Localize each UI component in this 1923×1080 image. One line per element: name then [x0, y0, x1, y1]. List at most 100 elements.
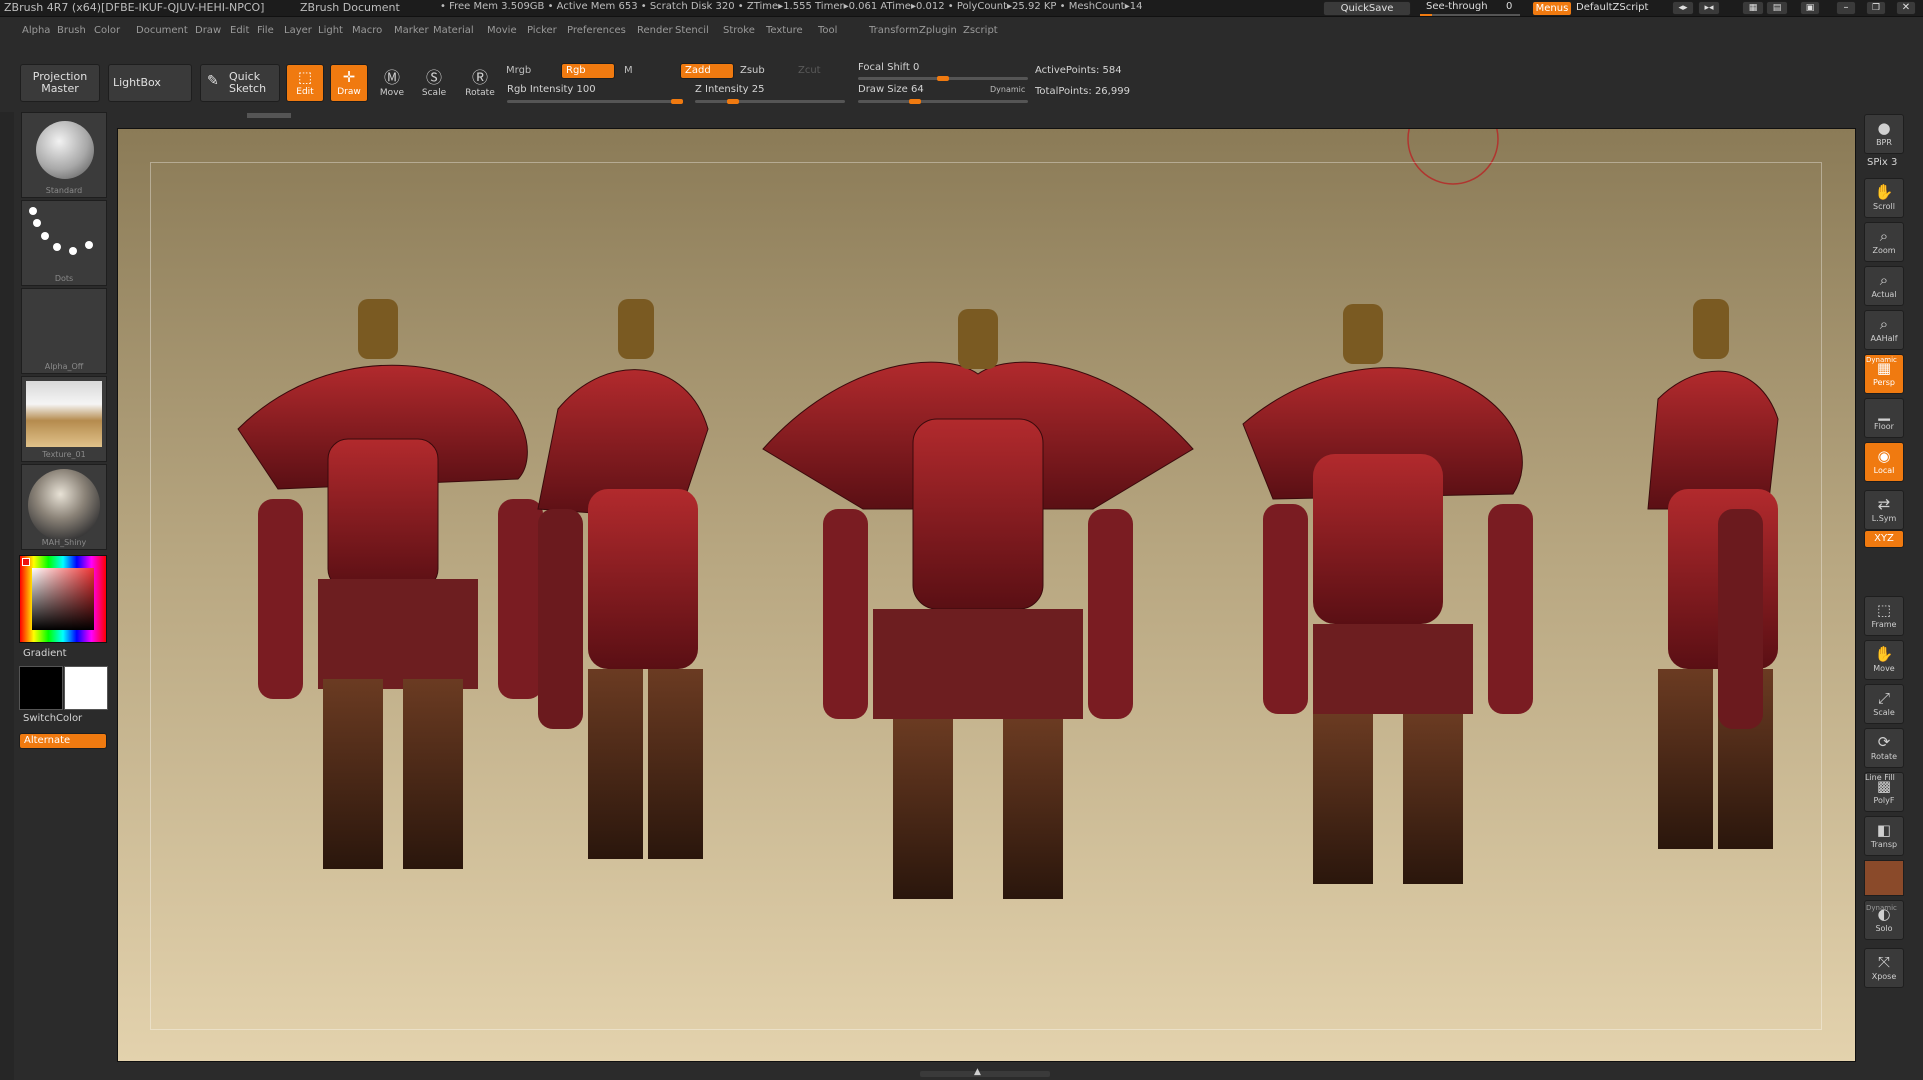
rgb-intensity-knob[interactable] [671, 99, 683, 104]
focal-shift-knob[interactable] [937, 76, 949, 81]
magnifier-icon: ⌕ [1879, 271, 1889, 289]
menu-stroke[interactable]: Stroke [723, 25, 755, 36]
stroke-caption: Dots [54, 274, 74, 283]
secondary-color-swatch[interactable] [64, 666, 108, 710]
zadd-button[interactable]: Zadd [680, 63, 734, 79]
zoom-button[interactable]: ⌕ Zoom [1864, 222, 1904, 262]
rgb-intensity-slider[interactable] [507, 99, 683, 104]
menu-edit[interactable]: Edit [230, 25, 249, 36]
layout-prev-icon[interactable]: ◂▸ [1672, 1, 1694, 15]
layout-panel-icon[interactable]: ▤ [1766, 1, 1788, 15]
menu-draw[interactable]: Draw [195, 25, 221, 36]
draw-icon: ✛ [342, 68, 356, 86]
move-button[interactable]: Ⓜ Move [372, 64, 412, 106]
menu-brush[interactable]: Brush [57, 25, 86, 36]
menu-material[interactable]: Material [433, 25, 474, 36]
frame-button[interactable]: ⬚ Frame [1864, 596, 1904, 636]
color-picker[interactable] [19, 555, 107, 643]
title-bar: ZBrush 4R7 (x64)[DFBE-IKUF-QJUV-HEHI-NPC… [0, 0, 1923, 17]
menu-layer[interactable]: Layer [284, 25, 312, 36]
scale-button[interactable]: ⤢ Scale [1864, 684, 1904, 724]
menu-render[interactable]: Render [637, 25, 673, 36]
default-zscript-button[interactable]: DefaultZScript [1576, 2, 1648, 13]
line-fill-label[interactable]: Line Fill [1865, 773, 1895, 782]
menu-marker[interactable]: Marker [394, 25, 429, 36]
see-through-slider[interactable]: See-through 0 [1420, 0, 1520, 16]
menu-file[interactable]: File [257, 25, 274, 36]
maximize-icon[interactable]: ❐ [1866, 1, 1886, 15]
layout-next-icon[interactable]: ▸◂ [1698, 1, 1720, 15]
scale-button[interactable]: Ⓢ Scale [414, 64, 454, 106]
menu-zscript[interactable]: Zscript [963, 25, 998, 36]
xpose-icon: ⤧ [1877, 953, 1890, 971]
aahalf-label: AAHalf [1870, 334, 1898, 343]
close-icon[interactable]: ✕ [1896, 1, 1916, 15]
focal-shift-slider[interactable] [858, 76, 1028, 81]
projection-master-button[interactable]: Projection Master [20, 64, 100, 102]
bottom-tray-handle[interactable]: ▲ [920, 1067, 1050, 1077]
solo-label: Solo [1875, 924, 1893, 933]
lsym-button[interactable]: ⇄ L.Sym [1864, 490, 1904, 530]
xpose-button[interactable]: ⤧ Xpose [1864, 948, 1904, 988]
menu-tool[interactable]: Tool [818, 25, 837, 36]
menu-picker[interactable]: Picker [527, 25, 557, 36]
main-color-swatch[interactable] [19, 666, 63, 710]
move-button[interactable]: ✋ Move [1864, 640, 1904, 680]
z-intensity-knob[interactable] [726, 99, 739, 104]
material-swatch[interactable] [1864, 860, 1904, 896]
menus-button[interactable]: Menus [1532, 1, 1572, 16]
menu-stencil[interactable]: Stencil [675, 25, 709, 36]
dynamic-toggle[interactable]: Dynamic [990, 85, 1025, 94]
switch-color-button[interactable]: SwitchColor [23, 713, 82, 724]
magnifier-icon: ⌕ [1879, 315, 1889, 333]
aahalf-button[interactable]: ⌕ AAHalf [1864, 310, 1904, 350]
menu-zplugin[interactable]: Zplugin [919, 25, 957, 36]
color-picker-square[interactable] [32, 568, 94, 630]
xyz-button[interactable]: ✣XYZ [1864, 530, 1904, 548]
spix-readout[interactable]: SPix 3 [1867, 157, 1897, 168]
lock-icon[interactable]: ▣ [1800, 1, 1820, 15]
lightbox-button[interactable]: LightBox [108, 64, 192, 102]
menu-document[interactable]: Document [136, 25, 188, 36]
solo-dynamic-label: Dynamic [1866, 904, 1897, 912]
floor-button[interactable]: ▁ Floor [1864, 398, 1904, 438]
menu-light[interactable]: Light [318, 25, 343, 36]
menu-movie[interactable]: Movie [487, 25, 517, 36]
m-button[interactable]: M [624, 65, 633, 76]
zcut-button[interactable]: Zcut [798, 65, 821, 76]
quicksave-button[interactable]: QuickSave [1323, 1, 1411, 16]
dots-stroke-icon [29, 207, 93, 255]
quick-sketch-button[interactable]: ✎ Quick Sketch [200, 64, 280, 102]
rgb-button[interactable]: Rgb [561, 63, 615, 79]
menu-transform[interactable]: Transform [869, 25, 919, 36]
menu-texture[interactable]: Texture [766, 25, 803, 36]
draw-button[interactable]: ✛ Draw [330, 64, 368, 102]
shelf-scrollbar[interactable] [247, 113, 291, 118]
move-label: Move [1873, 664, 1895, 673]
minimize-icon[interactable]: – [1836, 1, 1856, 15]
menu-color[interactable]: Color [94, 25, 120, 36]
bpr-button[interactable]: ● BPR [1864, 114, 1904, 154]
bpr-label: BPR [1876, 138, 1892, 147]
top-shelf: Projection Master LightBox ✎ Quick Sketc… [0, 48, 1923, 112]
draw-size-slider[interactable] [858, 99, 1028, 104]
zsub-button[interactable]: Zsub [740, 65, 765, 76]
rotate-button[interactable]: ⟳ Rotate [1864, 728, 1904, 768]
edit-button[interactable]: ⬚ Edit [286, 64, 324, 102]
layout-grid-icon[interactable]: ▦ [1742, 1, 1764, 15]
menu-macro[interactable]: Macro [352, 25, 382, 36]
scroll-button[interactable]: ✋ Scroll [1864, 178, 1904, 218]
menu-preferences[interactable]: Preferences [567, 25, 626, 36]
local-button[interactable]: ◉ Local [1864, 442, 1904, 482]
z-intensity-slider[interactable] [695, 99, 845, 104]
sphere-icon: ● [1877, 119, 1891, 137]
menu-alpha[interactable]: Alpha [22, 25, 50, 36]
rotate-button[interactable]: Ⓡ Rotate [460, 64, 500, 106]
alternate-button[interactable]: Alternate [19, 733, 107, 749]
actual-button[interactable]: ⌕ Actual [1864, 266, 1904, 306]
rotate-icon: Ⓡ [471, 68, 488, 87]
draw-size-knob[interactable] [908, 99, 921, 104]
app-title: ZBrush 4R7 (x64)[DFBE-IKUF-QJUV-HEHI-NPC… [4, 1, 265, 14]
transp-button[interactable]: ◧ Transp [1864, 816, 1904, 856]
mrgb-button[interactable]: Mrgb [506, 65, 531, 76]
